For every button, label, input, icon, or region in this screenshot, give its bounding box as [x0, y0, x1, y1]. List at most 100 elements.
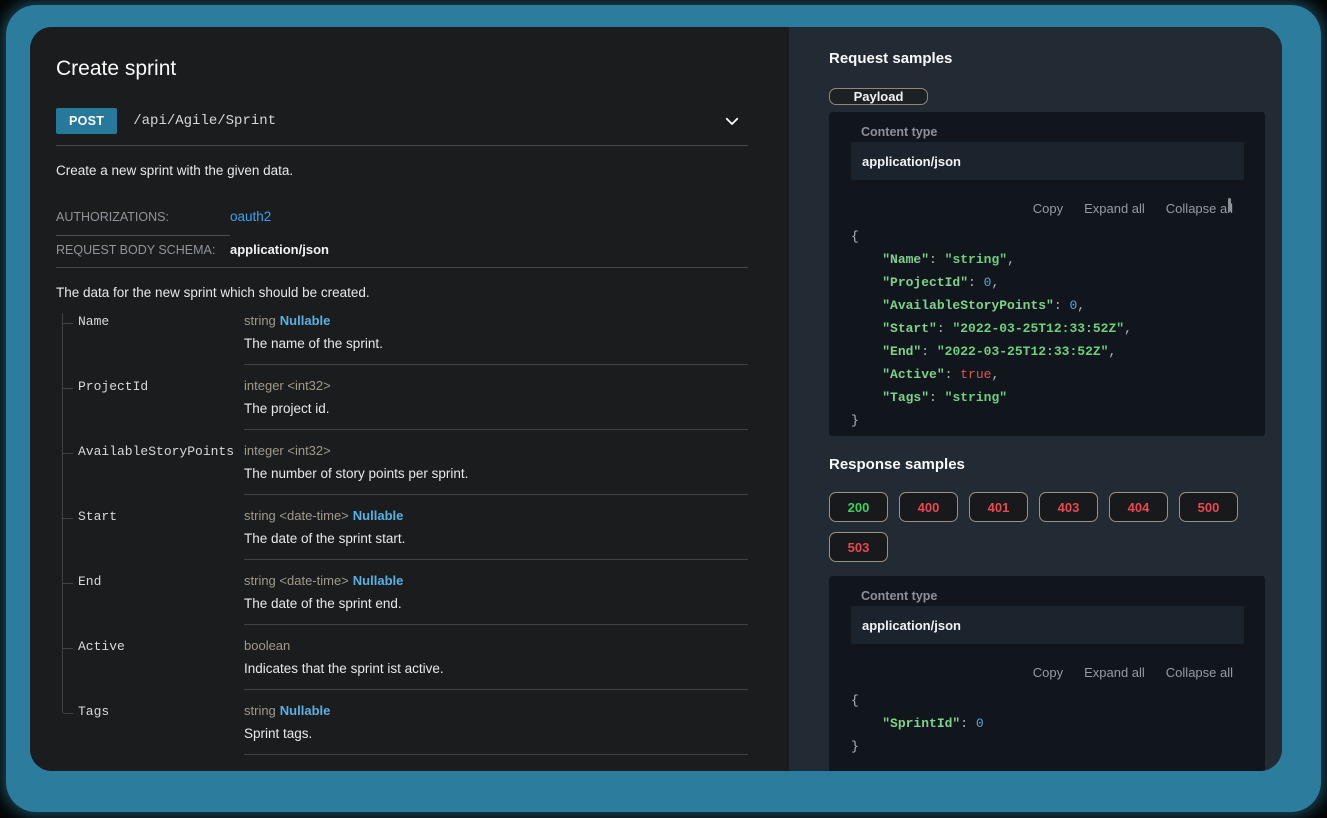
code-line: "Name": "string",: [851, 248, 1244, 271]
field-type: boolean: [244, 638, 748, 653]
schema-field-row: TagsstringNullableSprint tags.: [56, 703, 748, 768]
page-title: Create sprint: [56, 57, 748, 81]
field-name: Active: [78, 638, 244, 703]
code-line: "SprintId": 0: [851, 712, 1244, 735]
chevron-down-icon[interactable]: [723, 112, 741, 130]
tree-connector: [56, 378, 78, 443]
tree-connector: [56, 443, 78, 508]
code-line: {: [851, 225, 1244, 248]
field-description: The name of the sprint.: [244, 336, 748, 351]
code-line: "Active": true,: [851, 363, 1244, 386]
status-tab-401[interactable]: 401: [969, 492, 1028, 522]
nullable-badge: Nullable: [280, 313, 331, 328]
status-tab-200[interactable]: 200: [829, 492, 888, 522]
field-description: The number of story points per sprint.: [244, 466, 748, 481]
code-line: {: [851, 689, 1244, 712]
field-description: The date of the sprint start.: [244, 531, 748, 546]
field-type: stringNullable: [244, 313, 748, 328]
code-line: }: [851, 409, 1244, 432]
request-body-schema-row: REQUEST BODY SCHEMA: application/json: [56, 242, 748, 268]
status-tab-400[interactable]: 400: [899, 492, 958, 522]
tree-connector: [56, 313, 78, 378]
response-content-type-value: application/json: [862, 618, 961, 633]
field-type: string <date-time>Nullable: [244, 508, 748, 523]
schema-fields-list: NamestringNullable The name of the sprint…: [56, 313, 748, 768]
copy-link[interactable]: Copy: [1033, 201, 1063, 216]
request-sample-actions: Copy Expand all Collapse all: [851, 201, 1244, 216]
request-content-type-label: Content type: [861, 125, 1244, 139]
request-content-type-value: application/json: [862, 154, 961, 169]
field-name: Tags: [78, 703, 244, 768]
schema-field-row: ActivebooleanIndicates that the sprint i…: [56, 638, 748, 703]
tree-connector: [56, 638, 78, 703]
field-type: string <date-time>Nullable: [244, 573, 748, 588]
field-type: integer <int32>: [244, 378, 748, 393]
expand-all-link[interactable]: Expand all: [1084, 665, 1145, 680]
api-doc-window: Create sprint POST /api/Agile/Sprint Cre…: [30, 27, 1282, 771]
field-name: End: [78, 573, 244, 638]
schema-field-row: AvailableStoryPointsinteger <int32> The n…: [56, 443, 748, 508]
tree-connector: [56, 703, 78, 768]
response-samples-title: Response samples: [829, 456, 1265, 473]
code-line: "Tags": "string": [851, 386, 1244, 409]
code-line: "Start": "2022-03-25T12:33:52Z",: [851, 317, 1244, 340]
tree-connector: [56, 508, 78, 573]
status-tab-404[interactable]: 404: [1109, 492, 1168, 522]
field-name: AvailableStoryPoints: [78, 443, 244, 508]
field-type-cell: booleanIndicates that the sprint ist act…: [244, 638, 748, 690]
scrollbar-thumb[interactable]: [1228, 198, 1231, 212]
nullable-badge: Nullable: [353, 573, 404, 588]
field-type-cell: integer <int32> The number of story point…: [244, 443, 748, 495]
request-sample-panel: Content type application/json Copy Expand…: [829, 112, 1265, 436]
field-description: Sprint tags.: [244, 726, 748, 741]
code-line: "ProjectId": 0,: [851, 271, 1244, 294]
expand-all-link[interactable]: Expand all: [1084, 201, 1145, 216]
schema-field-row: Endstring <date-time>Nullable The date of…: [56, 573, 748, 638]
field-type-cell: integer <int32> The project id.: [244, 378, 748, 430]
operation-doc-panel: Create sprint POST /api/Agile/Sprint Cre…: [30, 27, 789, 771]
field-description: The date of the sprint end.: [244, 596, 748, 611]
status-tab-500[interactable]: 500: [1179, 492, 1238, 522]
schema-field-row: ProjectIdinteger <int32> The project id.: [56, 378, 748, 443]
endpoint-row[interactable]: POST /api/Agile/Sprint: [56, 108, 748, 134]
field-type-cell: string <date-time>Nullable The date of th…: [244, 508, 748, 560]
field-type-cell: string <date-time>Nullable The date of th…: [244, 573, 748, 625]
field-description: The project id.: [244, 401, 748, 416]
tree-connector: [56, 573, 78, 638]
status-tab-503[interactable]: 503: [829, 532, 888, 562]
nullable-badge: Nullable: [353, 508, 404, 523]
collapse-all-link[interactable]: Collapse all: [1166, 665, 1233, 680]
response-sample-panel: Content type application/json Copy Expand…: [829, 576, 1265, 771]
request-samples-title: Request samples: [829, 50, 1265, 67]
schema-field-row: NamestringNullable The name of the sprint…: [56, 313, 748, 378]
field-name: Name: [78, 313, 244, 378]
endpoint-path: /api/Agile/Sprint: [133, 113, 723, 129]
code-line: "AvailableStoryPoints": 0,: [851, 294, 1244, 317]
field-type-cell: stringNullable The name of the sprint.: [244, 313, 748, 365]
nullable-badge: Nullable: [280, 703, 331, 718]
field-name: ProjectId: [78, 378, 244, 443]
field-name: Start: [78, 508, 244, 573]
code-line: }: [851, 735, 1244, 758]
response-sample-actions: Copy Expand all Collapse all: [851, 665, 1244, 680]
response-content-type-select[interactable]: application/json: [851, 606, 1244, 644]
response-content-type-label: Content type: [861, 589, 1244, 603]
request-content-type-select[interactable]: application/json: [851, 142, 1244, 180]
authorizations-label: AUTHORIZATIONS:: [56, 210, 230, 236]
field-type-cell: stringNullableSprint tags.: [244, 703, 748, 755]
endpoint-divider: [56, 145, 748, 146]
request-body-schema-value: application/json: [230, 242, 329, 257]
collapse-all-link[interactable]: Collapse all: [1166, 201, 1233, 216]
operation-description: Create a new sprint with the given data.: [56, 163, 748, 178]
response-panel-wrap: Content type application/json Copy Expand…: [829, 569, 1265, 771]
response-status-tabs: 200 400 401 403 404 500 503: [829, 492, 1265, 562]
oauth2-link[interactable]: oauth2: [230, 209, 271, 224]
status-tab-403[interactable]: 403: [1039, 492, 1098, 522]
response-json-code: { "SprintId": 0}: [851, 689, 1244, 758]
field-type: integer <int32>: [244, 443, 748, 458]
payload-tab[interactable]: Payload: [829, 88, 928, 105]
http-method-badge: POST: [56, 108, 117, 134]
request-body-schema-label: REQUEST BODY SCHEMA:: [56, 243, 230, 257]
authorizations-row: AUTHORIZATIONS: oauth2: [56, 209, 748, 236]
copy-link[interactable]: Copy: [1033, 665, 1063, 680]
